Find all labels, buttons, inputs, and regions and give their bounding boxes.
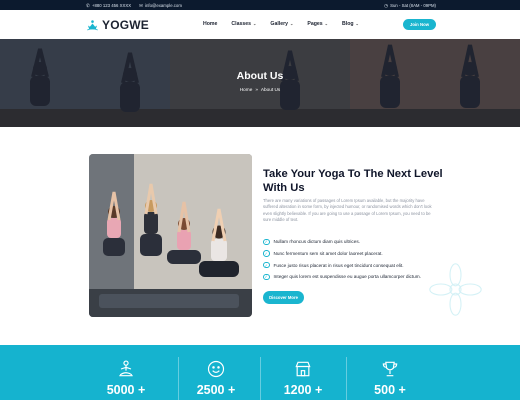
email-text: info@example.com [145, 2, 182, 8]
checklist-item: ✓ Fusce justo risus placerat in risus ege… [263, 259, 421, 271]
nav-item-label: Gallery [270, 21, 288, 27]
breadcrumb: Home» About Us [0, 87, 520, 92]
chevron-down-icon: ⌄ [324, 21, 329, 26]
hero-overlay [0, 39, 520, 127]
chevron-down-icon: ⌄ [355, 21, 359, 26]
check-circle-icon: ✓ [263, 273, 270, 281]
nav-item-gallery[interactable]: Gallery ⌄ [270, 21, 293, 27]
nav-item-home[interactable]: Home [203, 21, 217, 27]
top-bar: ✆ +880 123 456 XXXX ✉ info@example.com ◷ Su… [0, 0, 520, 10]
chevron-down-icon: ⌄ [253, 21, 257, 26]
nav-menu: Home Classes ⌄ Gallery ⌄ Pages ⌄ Blog ⌄ [203, 21, 359, 27]
join-now-button[interactable]: Join Now [403, 19, 436, 30]
chevron-down-icon: ⌄ [290, 21, 294, 26]
about-yoga-photo [89, 154, 252, 317]
stat-classes: 1200 + [253, 345, 353, 400]
discover-more-button[interactable]: Discover More [263, 291, 304, 304]
check-circle-icon: ✓ [263, 261, 270, 269]
clock-icon: ◷ [384, 3, 388, 8]
yoga-class-illustration [89, 154, 252, 317]
phone-contact[interactable]: ✆ +880 123 456 XXXX [86, 2, 132, 9]
stat-happy-clients: 2500 + [166, 345, 266, 400]
check-circle-icon: ✓ [263, 238, 270, 246]
stats-band: 5000 + 2500 + 1200 + 500 + [0, 345, 520, 400]
stat-awards: 500 + [340, 345, 440, 400]
about-paragraph: There are many variations of passages of… [263, 198, 432, 223]
main-nav: YOGWE Home Classes ⌄ Gallery ⌄ Pages ⌄ Blog… [0, 10, 520, 39]
checklist-text: Nunc fermentum sem sit amet dolor laoree… [273, 251, 383, 257]
checklist-item: ✓ Nullam rhoncus dictum diam quis ultrice… [263, 236, 421, 248]
phone-icon: ✆ [86, 3, 90, 8]
breadcrumb-separator-icon: » [255, 87, 258, 92]
store-icon [295, 361, 311, 377]
nav-item-label: Pages [307, 21, 323, 27]
stat-value: 1200 + [283, 383, 323, 397]
checklist-item: ✓ Nunc fermentum sem sit amet dolor laore… [263, 248, 421, 260]
checklist-item: ✓ Integer quis lorem est suspendisse eu a… [263, 271, 421, 283]
trophy-icon [382, 361, 398, 377]
nav-item-label: Classes [231, 21, 252, 27]
feature-checklist: ✓ Nullam rhoncus dictum diam quis ultrice… [263, 236, 421, 283]
breadcrumb-home-link[interactable]: Home [240, 87, 253, 92]
lotus-logo-icon [87, 19, 98, 30]
lotus-decoration-icon [429, 263, 482, 316]
mail-icon: ✉ [139, 3, 143, 8]
opening-hours: ◷ Sun - Sat (8AM - 09PM) [384, 2, 436, 9]
nav-item-label: Blog [342, 21, 354, 27]
hours-text: Sun - Sat (8AM - 09PM) [390, 2, 436, 8]
nav-item-label: Home [203, 21, 218, 27]
stat-value: 500 + [374, 383, 406, 397]
page-hero: About Us Home» About Us [0, 39, 520, 127]
smiley-icon [207, 360, 225, 378]
phone-text: +880 123 456 XXXX [92, 2, 132, 8]
nav-item-classes[interactable]: Classes ⌄ [231, 21, 256, 27]
check-circle-icon: ✓ [263, 250, 270, 257]
stat-value: 2500 + [196, 383, 236, 397]
checklist-text: Integer quis lorem est suspendisse eu au… [273, 274, 421, 280]
logo-text: YOGWE [102, 18, 150, 32]
email-contact[interactable]: ✉ info@example.com [139, 2, 182, 9]
nav-item-pages[interactable]: Pages ⌄ [307, 21, 328, 27]
checklist-text: Nullam rhoncus dictum diam quis ultrices… [273, 239, 361, 245]
breadcrumb-current: About Us [260, 87, 281, 92]
nav-item-blog[interactable]: Blog ⌄ [342, 21, 359, 27]
checklist-text: Fusce justo risus placerat in risus eget… [273, 262, 404, 268]
page-title: About Us [236, 70, 284, 82]
logo[interactable]: YOGWE [86, 18, 149, 32]
about-heading: Take Your Yoga To The Next Level With Us [263, 168, 443, 194]
stat-members: 5000 + [76, 345, 176, 400]
stat-value: 5000 + [106, 383, 146, 397]
meditation-icon [119, 360, 133, 377]
